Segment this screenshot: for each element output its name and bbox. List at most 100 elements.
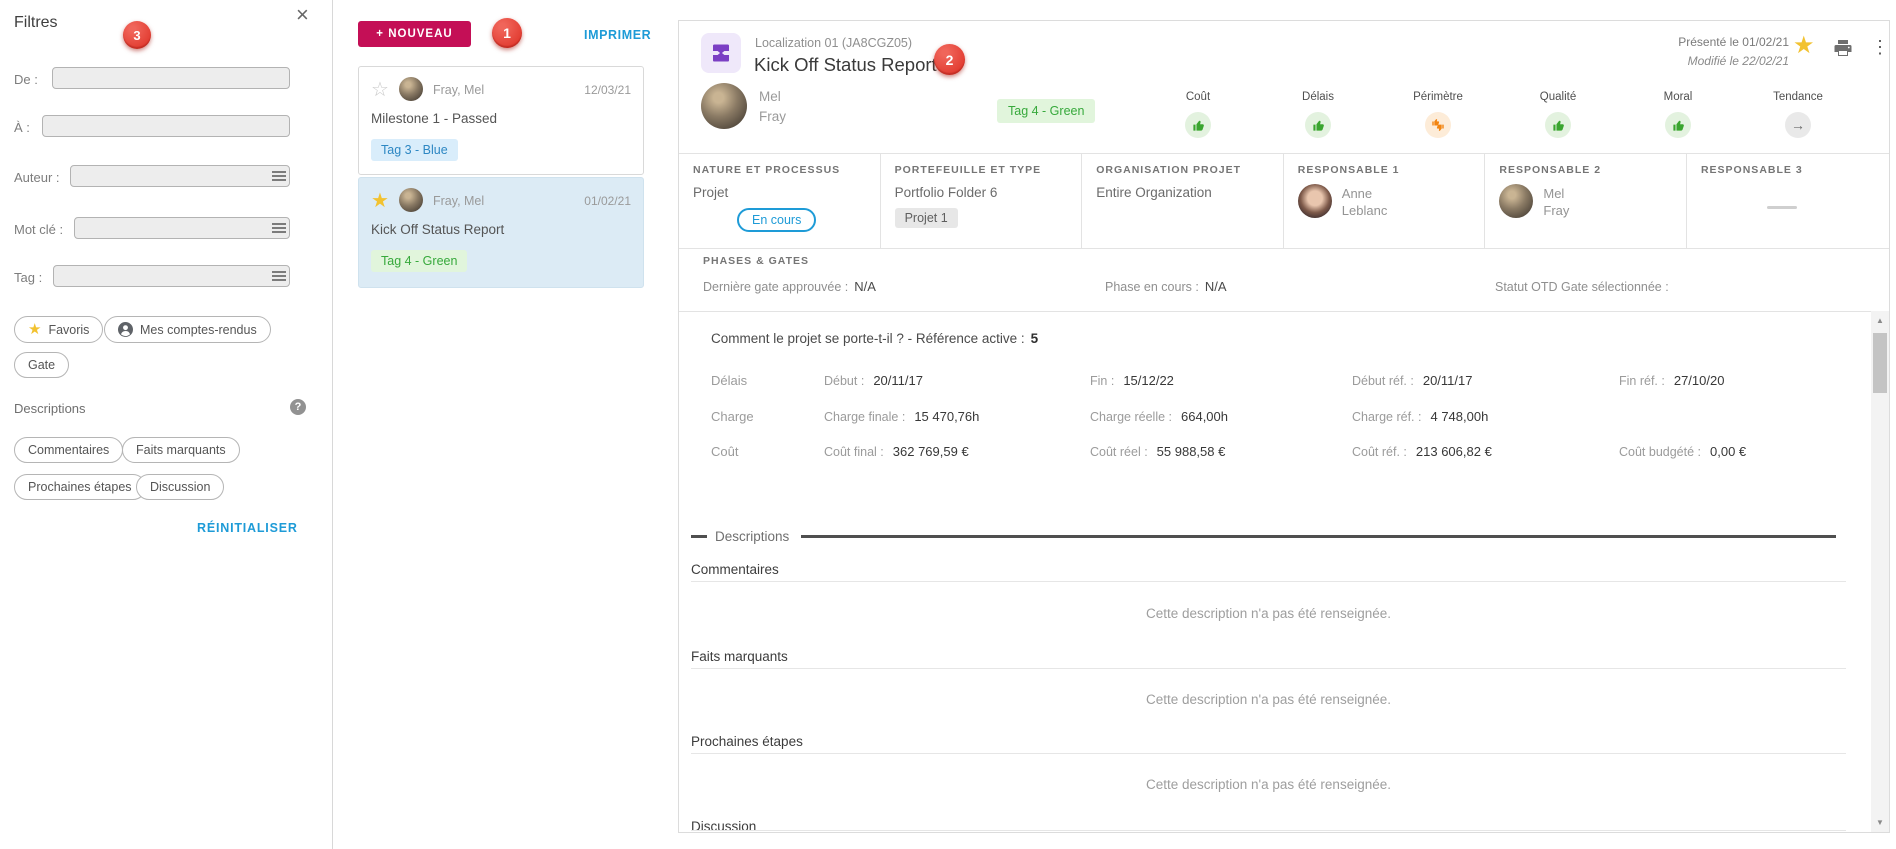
metric-label: Fin réf. : bbox=[1619, 374, 1665, 388]
report-item-title: Kick Off Status Report bbox=[371, 222, 504, 237]
reset-filters-link[interactable]: RÉINITIALISER bbox=[197, 521, 298, 535]
scroll-down-arrow[interactable]: ▼ bbox=[1871, 818, 1889, 827]
info-cell-responsible-1: RESPONSABLE 1 Anne Leblanc bbox=[1284, 154, 1486, 248]
metric-label: Charge finale : bbox=[824, 410, 905, 424]
tag-badge: Tag 3 - Blue bbox=[371, 139, 458, 161]
info-value: Entire Organization bbox=[1096, 185, 1283, 200]
comments-chip-label: Commentaires bbox=[28, 443, 109, 457]
metric-label: Coût budgété : bbox=[1619, 445, 1701, 459]
metric-cell: Charge réf. :4 748,00h bbox=[1352, 409, 1488, 424]
author-first-name: Mel bbox=[759, 87, 786, 107]
filter-from-label: De : bbox=[14, 72, 38, 87]
report-detail-card: Localization 01 (JA8CGZ05) Kick Off Stat… bbox=[678, 20, 1890, 833]
tag-badge: Tag 4 - Green bbox=[997, 99, 1095, 123]
vertical-scrollbar[interactable]: ▲ ▼ bbox=[1871, 311, 1889, 832]
metric-cell: Fin réf. : 27/10/20 bbox=[1619, 373, 1724, 388]
indicator-cost: Coût bbox=[1138, 91, 1258, 138]
project-label: Localization 01 (JA8CGZ05) bbox=[755, 36, 912, 50]
status-pill: En cours bbox=[737, 208, 816, 232]
filter-to-input[interactable] bbox=[42, 115, 290, 137]
empty-description-text: Cette description n'a pas été renseignée… bbox=[691, 777, 1846, 792]
metric-label: Début : bbox=[824, 374, 864, 388]
indicator-quality: Qualité bbox=[1498, 91, 1618, 138]
indicator-label: Qualité bbox=[1498, 91, 1618, 103]
health-question: Comment le projet se porte-t-il ? - Réfé… bbox=[711, 331, 1038, 346]
section-title-next-steps: Prochaines étapes bbox=[691, 734, 803, 749]
descriptions-divider-label: Descriptions bbox=[715, 529, 789, 544]
phase-value: N/A bbox=[1205, 279, 1227, 294]
indicator-morale: Moral bbox=[1618, 91, 1738, 138]
thumb-up-icon bbox=[1305, 112, 1331, 138]
metric-cell: Charge finale : 15 470,76h bbox=[824, 409, 979, 424]
my-reports-filter-chip[interactable]: Mes comptes-rendus bbox=[104, 316, 271, 343]
phases-gates-title: PHASES & GATES bbox=[703, 255, 809, 267]
metric-label: Coût réf. : bbox=[1352, 445, 1407, 459]
metric-value: 27/10/20 bbox=[1674, 373, 1725, 388]
filter-tag-input[interactable] bbox=[53, 265, 290, 287]
avatar bbox=[701, 83, 747, 129]
print-icon[interactable] bbox=[1833, 38, 1853, 58]
avatar bbox=[1499, 184, 1533, 218]
avatar bbox=[399, 77, 423, 101]
indicator-label: Tendance bbox=[1738, 91, 1858, 103]
panel-divider bbox=[332, 0, 333, 849]
indicator-label: Coût bbox=[1138, 91, 1258, 103]
report-item-title: Milestone 1 - Passed bbox=[371, 111, 497, 126]
gate-filter-chip[interactable]: Gate bbox=[14, 352, 69, 378]
scroll-up-arrow[interactable]: ▲ bbox=[1871, 316, 1889, 325]
person-icon bbox=[118, 322, 133, 337]
filter-author-input[interactable] bbox=[70, 165, 290, 187]
responsible-first-name: Mel bbox=[1543, 185, 1569, 202]
report-item-date: 12/03/21 bbox=[584, 83, 631, 97]
empty-value-dash bbox=[1767, 206, 1797, 209]
otd-gate-status: Statut OTD Gate sélectionnée : bbox=[1495, 279, 1675, 294]
thumb-up-icon bbox=[1185, 112, 1211, 138]
avatar bbox=[1298, 184, 1332, 218]
metric-cell: Fin :15/12/22 bbox=[1090, 373, 1174, 388]
section-underline bbox=[691, 668, 1846, 669]
thumb-up-icon bbox=[1545, 112, 1571, 138]
filter-to-label: À : bbox=[14, 120, 30, 135]
discussion-filter-chip[interactable]: Discussion bbox=[136, 474, 224, 500]
metric-value: 664,00h bbox=[1181, 409, 1228, 424]
close-icon[interactable]: × bbox=[296, 2, 309, 28]
filters-panel: Filtres × De : À : Auteur : Mot clé : Ta… bbox=[0, 0, 332, 849]
report-item-author: Fray, Mel bbox=[433, 83, 484, 97]
metric-label: Coût réel : bbox=[1090, 445, 1148, 459]
more-options-icon[interactable]: ⋮ bbox=[1871, 37, 1889, 58]
metric-value: 15 470,76h bbox=[914, 409, 979, 424]
responsible-name: Mel Fray bbox=[1543, 184, 1569, 219]
info-value: Projet bbox=[693, 185, 880, 200]
report-dates: Présenté le 01/02/21 Modifié le 22/02/21 bbox=[1678, 35, 1789, 68]
next-steps-filter-chip[interactable]: Prochaines étapes bbox=[14, 474, 146, 500]
favorites-filter-chip[interactable]: ★ Favoris bbox=[14, 316, 103, 343]
author-last-name: Fray bbox=[759, 107, 786, 127]
new-report-button[interactable]: + NOUVEAU bbox=[358, 21, 471, 47]
info-cell-responsible-3: RESPONSABLE 3 bbox=[1687, 154, 1889, 248]
metric-value: 0,00 € bbox=[1710, 444, 1746, 459]
filter-from-input[interactable] bbox=[52, 67, 290, 89]
modified-date: Modifié le 22/02/21 bbox=[1678, 54, 1789, 68]
metric-cell: Début réf. :20/11/17 bbox=[1352, 373, 1472, 388]
descriptions-filter-label: Descriptions bbox=[14, 401, 86, 416]
help-icon[interactable]: ? bbox=[290, 399, 306, 415]
star-outline-icon[interactable]: ☆ bbox=[371, 79, 389, 101]
info-header: RESPONSABLE 2 bbox=[1499, 164, 1686, 176]
comments-filter-chip[interactable]: Commentaires bbox=[14, 437, 123, 463]
indicator-scope: Périmètre bbox=[1378, 91, 1498, 138]
filter-keyword-input[interactable] bbox=[74, 217, 290, 239]
report-item-author: Fray, Mel bbox=[433, 194, 484, 208]
metric-value: 4 748,00h bbox=[1430, 409, 1488, 424]
project-icon bbox=[701, 33, 741, 73]
section-underline bbox=[691, 581, 1846, 582]
highlights-filter-chip[interactable]: Faits marquants bbox=[122, 437, 240, 463]
phase-label: Dernière gate approuvée : bbox=[703, 280, 848, 294]
favorite-star-icon[interactable]: ★ bbox=[1793, 33, 1815, 59]
print-link[interactable]: IMPRIMER bbox=[584, 28, 651, 42]
avatar bbox=[399, 188, 423, 212]
report-list-item-selected[interactable]: ★ Fray, Mel 01/02/21 Kick Off Status Rep… bbox=[358, 177, 644, 288]
info-header: PORTEFEUILLE ET TYPE bbox=[895, 164, 1082, 176]
report-list-item[interactable]: ☆ Fray, Mel 12/03/21 Milestone 1 - Passe… bbox=[358, 66, 644, 175]
scrollbar-thumb[interactable] bbox=[1873, 333, 1887, 393]
star-filled-icon[interactable]: ★ bbox=[371, 190, 389, 212]
